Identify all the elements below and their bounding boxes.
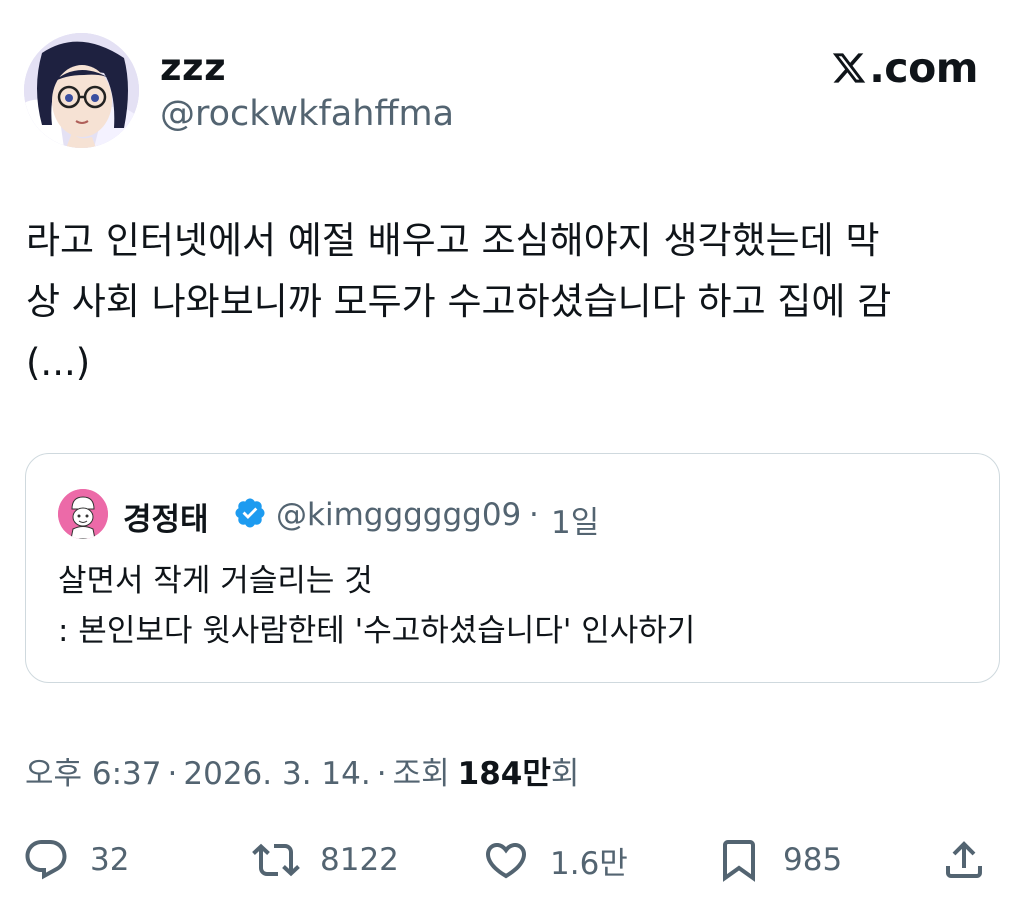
tweet-date[interactable]: 2026. 3. 14.	[183, 756, 370, 792]
retweet-icon	[252, 843, 300, 877]
heart-icon	[485, 843, 527, 879]
tweet-time[interactable]: 오후 6:37	[25, 748, 162, 793]
quoted-timestamp[interactable]: 1일	[551, 497, 599, 542]
quoted-author-avatar[interactable]	[58, 489, 108, 539]
reply-count: 32	[90, 842, 130, 878]
like-count: 1.6만	[550, 845, 628, 882]
quoted-author-name[interactable]: 경정태	[123, 494, 209, 539]
meta-separator: ·	[376, 756, 387, 792]
views-suffix: 회	[550, 756, 580, 792]
tweet-meta: 오후 6:37 · 2026. 3. 14. · 조회 184만 회	[25, 748, 579, 793]
bookmark-icon	[723, 840, 755, 882]
quoted-author-handle[interactable]: @kimgggggg09	[276, 497, 521, 533]
views-label: 조회	[392, 756, 450, 792]
author-avatar[interactable]	[24, 33, 139, 148]
tweet-card: zzz @rockwkfahffma .com 라고 인터넷에서 예절 배우고 …	[0, 0, 1024, 900]
share-button[interactable]	[940, 830, 988, 890]
bookmark-button[interactable]: 985	[715, 830, 842, 890]
brand-logo: .com	[831, 44, 978, 92]
x-logo-icon	[833, 53, 866, 83]
like-button[interactable]: 1.6만	[482, 830, 628, 890]
action-bar: 32 8122 1.6만 985	[0, 830, 1024, 890]
brand-label: .com	[869, 44, 978, 92]
reply-icon	[25, 840, 67, 880]
author-display-name[interactable]: zzz	[160, 46, 226, 89]
retweet-button[interactable]: 8122	[252, 830, 399, 890]
quoted-tweet[interactable]: 경정태 @kimgggggg09 · 1일 살면서 작게 거슬리는 것 : 본인…	[25, 453, 1000, 683]
meta-separator: ·	[167, 756, 178, 792]
quoted-separator: ·	[529, 497, 539, 533]
retweet-count: 8122	[320, 842, 399, 878]
reply-button[interactable]: 32	[22, 830, 129, 890]
verified-badge-icon	[235, 498, 265, 528]
share-icon	[946, 841, 982, 878]
views-count[interactable]: 184만	[458, 748, 551, 793]
tweet-text: 라고 인터넷에서 예절 배우고 조심해야지 생각했는데 막 상 사회 나와보니까…	[26, 219, 892, 384]
quoted-tweet-text: 살면서 작게 거슬리는 것 : 본인보다 윗사람한테 '수고하셨습니다' 인사하…	[58, 563, 696, 649]
bookmark-count: 985	[783, 842, 843, 878]
author-handle[interactable]: @rockwkfahffma	[160, 94, 454, 134]
